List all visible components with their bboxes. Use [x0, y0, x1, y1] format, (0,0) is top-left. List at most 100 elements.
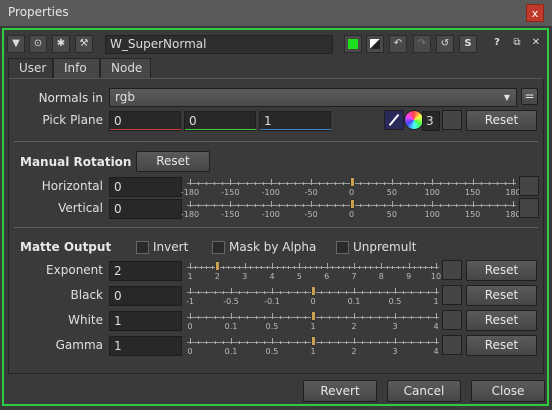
slider-minor-tick	[337, 291, 339, 294]
slider-tick-label: 0.1	[347, 297, 361, 306]
slider-minor-tick	[362, 291, 364, 294]
slider-handle[interactable]	[215, 261, 221, 271]
slider-tick-label: 150	[464, 210, 481, 219]
redo-icon[interactable]: ↷	[413, 35, 431, 53]
horizontal-curve-icon[interactable]	[519, 176, 539, 196]
slider-minor-tick	[399, 182, 401, 185]
color-swatch-icon[interactable]	[344, 35, 362, 53]
slider-minor-tick	[370, 266, 372, 269]
pick-plane-y-field[interactable]: 0	[184, 111, 256, 131]
slider-minor-tick	[337, 341, 339, 344]
slider-minor-tick	[424, 204, 426, 207]
curve-icon[interactable]	[442, 110, 462, 130]
vertical-slider[interactable]: -180 -150 -100 -50 0 50 100 150 180	[181, 199, 521, 223]
horizontal-slider[interactable]: -180 -150 -100 -50 0 50 100 150 180	[181, 177, 521, 201]
float-icon[interactable]: ⧉	[508, 35, 526, 53]
slider-handle[interactable]	[349, 199, 355, 209]
slider-tick-label: 3	[242, 272, 248, 281]
slider-handle[interactable]	[311, 311, 316, 321]
pick-plane-x-field[interactable]: 0	[109, 111, 181, 131]
slider-tick	[432, 201, 434, 207]
slider-minor-tick	[335, 204, 337, 207]
tab-user[interactable]: User	[8, 58, 53, 79]
slider-tick	[190, 313, 191, 319]
contrast-icon[interactable]	[366, 35, 384, 53]
slider-minor-tick	[288, 266, 290, 269]
slider-minor-tick	[386, 316, 388, 319]
slider-tick	[395, 313, 396, 319]
link-button[interactable]: =	[521, 88, 538, 105]
normals-in-dropdown[interactable]: rgb ▼	[109, 88, 517, 107]
invert-checkbox[interactable]	[136, 241, 149, 254]
slider-minor-tick	[411, 291, 413, 294]
tab-node[interactable]: Node	[100, 58, 151, 78]
slider-minor-tick	[362, 316, 364, 319]
undo-icon[interactable]: ↶	[389, 35, 407, 53]
close-panel-icon[interactable]: ✕	[527, 35, 545, 53]
close-button-footer[interactable]: Close	[471, 380, 545, 402]
black-reset-button[interactable]: Reset	[466, 285, 537, 306]
slider-tick-label: 4	[433, 347, 439, 356]
horizontal-field[interactable]: 0	[109, 177, 182, 197]
gamma-slider[interactable]: 0 0.1 0.5 1 2 3 4	[187, 336, 439, 360]
black-field[interactable]: 0	[109, 286, 182, 306]
slider-minor-tick	[206, 266, 208, 269]
pick-plane-reset-button[interactable]: Reset	[466, 110, 537, 131]
gamma-reset-button[interactable]: Reset	[466, 335, 537, 356]
slider-minor-tick	[399, 204, 401, 207]
bug-icon[interactable]: ✱	[52, 35, 70, 53]
slider-handle[interactable]	[311, 286, 316, 296]
color-wheel-icon[interactable]	[404, 110, 424, 130]
help-icon[interactable]: ?	[488, 35, 506, 53]
slider-handle[interactable]	[311, 336, 316, 346]
pick-plane-z-field[interactable]: 1	[259, 111, 331, 131]
slider-minor-tick	[304, 266, 306, 269]
black-curve-icon[interactable]	[442, 285, 462, 305]
vertical-curve-icon[interactable]	[519, 198, 539, 218]
wrench-icon[interactable]: ⚒	[75, 35, 93, 53]
white-field[interactable]: 1	[109, 311, 182, 331]
mask-by-alpha-checkbox[interactable]	[212, 241, 225, 254]
white-slider[interactable]: 0 0.1 0.5 1 2 3 4	[187, 311, 439, 335]
slider-minor-tick	[255, 341, 257, 344]
exponent-reset-button[interactable]: Reset	[466, 260, 537, 281]
color-picker-icon[interactable]	[384, 110, 404, 130]
slider-tick-label: 9	[406, 272, 412, 281]
slider-minor-tick	[411, 316, 413, 319]
slider-minor-tick	[378, 291, 380, 294]
slider-minor-tick	[250, 266, 252, 269]
white-reset-button[interactable]: Reset	[466, 310, 537, 331]
channel-count-field[interactable]: 3	[422, 111, 440, 131]
slider-tick	[231, 338, 232, 344]
script-s-icon[interactable]: S	[459, 35, 477, 53]
node-name-field[interactable]: W_SuperNormal	[105, 35, 333, 54]
exponent-field[interactable]: 2	[109, 261, 182, 281]
slider-minor-tick	[411, 341, 413, 344]
manual-rotation-reset-button[interactable]: Reset	[136, 151, 210, 172]
gamma-field[interactable]: 1	[109, 336, 182, 356]
unpremult-checkbox[interactable]	[336, 241, 349, 254]
slider-minor-tick	[375, 182, 377, 185]
divider	[14, 227, 538, 228]
revert-button[interactable]: Revert	[303, 380, 377, 402]
slider-tick	[408, 263, 410, 269]
gamma-curve-icon[interactable]	[442, 335, 462, 355]
z-underline	[260, 129, 331, 130]
cancel-button[interactable]: Cancel	[387, 380, 461, 402]
exponent-curve-icon[interactable]	[442, 260, 462, 280]
white-curve-icon[interactable]	[442, 310, 462, 330]
slider-minor-tick	[280, 341, 282, 344]
close-button[interactable]: x	[526, 4, 544, 22]
vertical-field[interactable]: 0	[109, 199, 182, 219]
target-icon[interactable]: ⊙	[29, 35, 47, 53]
tab-info[interactable]: Info	[53, 58, 100, 78]
slider-tick-label: 0	[348, 210, 355, 219]
slider-tick	[381, 263, 383, 269]
revert-icon[interactable]: ↺	[436, 35, 454, 53]
slider-minor-tick	[329, 316, 331, 319]
exponent-slider[interactable]: 1 2 3 4 5 6 7 8 9 10	[187, 261, 441, 285]
slider-minor-tick	[296, 291, 298, 294]
slider-handle[interactable]	[349, 177, 355, 187]
collapse-arrow-icon[interactable]: ▼	[7, 35, 25, 53]
black-slider[interactable]: -1 -0.5 -0.1 0 0.1 0.5 1	[186, 286, 439, 310]
